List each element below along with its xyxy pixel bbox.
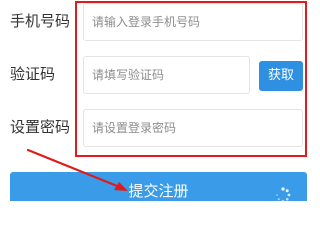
phone-field-wrapper (83, 3, 303, 41)
registration-screen: 手机号码 验证码 获取 设置密码 提交注册 (0, 0, 307, 201)
password-label: 设置密码 (10, 118, 71, 136)
loading-spinner-icon (276, 187, 291, 201)
phone-input[interactable] (84, 4, 302, 40)
code-label: 验证码 (10, 65, 56, 83)
code-field-wrapper (83, 56, 250, 94)
password-input[interactable] (84, 110, 302, 146)
phone-label: 手机号码 (10, 12, 71, 30)
submit-button[interactable]: 提交注册 (10, 172, 307, 201)
get-code-button[interactable]: 获取 (259, 61, 303, 91)
password-field-wrapper (83, 109, 303, 147)
verification-code-input[interactable] (84, 57, 249, 93)
submit-button-label: 提交注册 (128, 182, 189, 200)
